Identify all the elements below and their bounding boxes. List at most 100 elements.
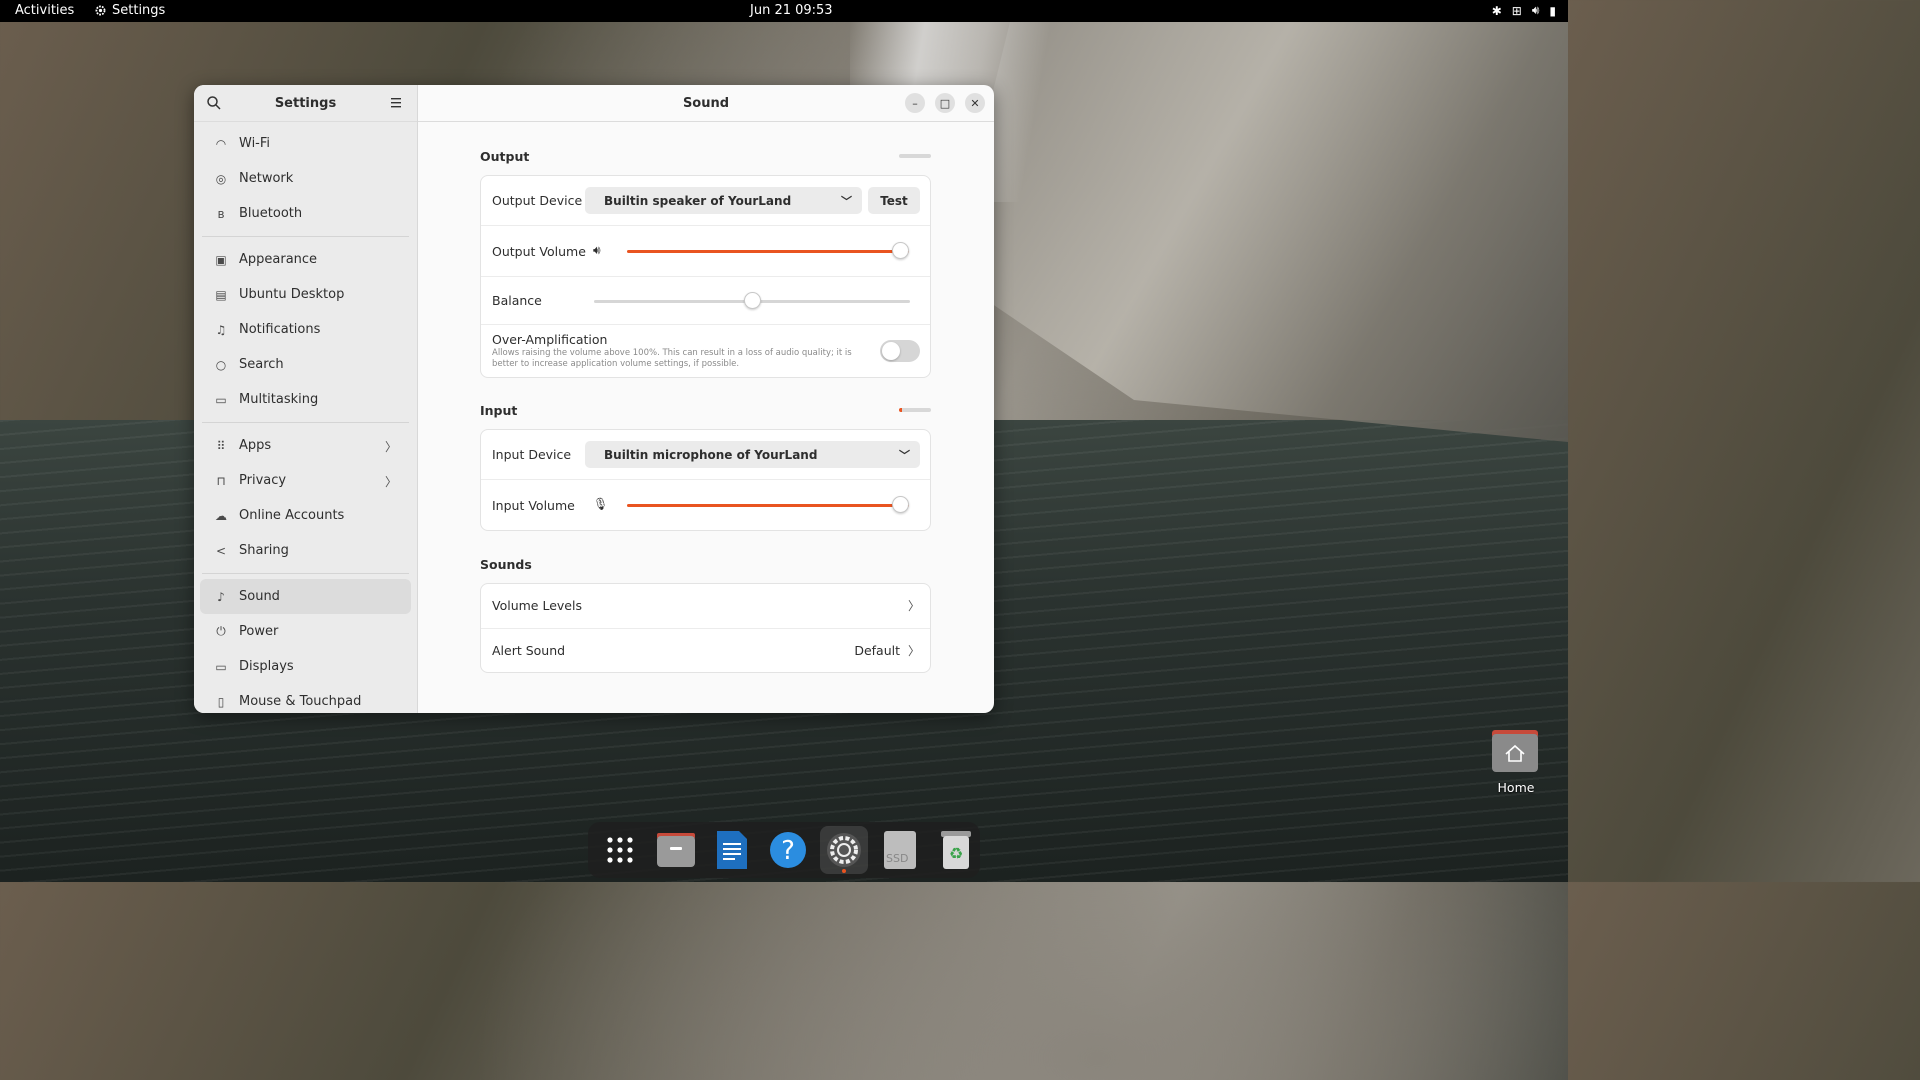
sidebar-title: Settings — [274, 95, 337, 111]
search-icon[interactable] — [206, 95, 222, 111]
balance-slider-handle[interactable] — [743, 292, 761, 309]
dock-help[interactable]: ? — [764, 826, 812, 874]
sidebar-item-label: Sharing — [239, 543, 289, 558]
cloud-icon: ☁ — [215, 508, 227, 523]
minimize-icon: – — [912, 96, 918, 110]
sidebar-item-displays[interactable]: ▭ Displays — [200, 649, 411, 684]
settings-icon — [827, 833, 861, 867]
trash-icon: ♻ — [941, 831, 971, 869]
sidebar-item-label: Sound — [239, 589, 280, 604]
sidebar-item-wifi[interactable]: ◠ Wi-Fi — [200, 126, 411, 161]
page-title: Sound — [682, 95, 730, 111]
sidebar-item-sharing[interactable]: < Sharing — [200, 533, 411, 568]
microphone-icon: 🎙︎ — [593, 497, 609, 511]
over-amplification-toggle[interactable] — [880, 340, 920, 362]
network-icon: ◎ — [215, 171, 227, 186]
svg-text:?: ? — [781, 836, 795, 866]
sidebar-item-label: Appearance — [239, 252, 318, 267]
sidebar-item-privacy[interactable]: ⊓ Privacy 〉 — [200, 463, 411, 498]
sounds-section-title: Sounds — [480, 557, 532, 572]
home-folder-icon[interactable] — [1492, 730, 1538, 772]
dock-ssd-drive[interactable]: SSD — [876, 826, 924, 874]
top-bar: Activities Settings Jun 21 09:53 ✱ ⊞ 🔊︎ … — [0, 0, 1568, 22]
sidebar-item-notifications[interactable]: ♫ Notifications — [200, 312, 411, 347]
sidebar-item-ubuntu-desktop[interactable]: ▤ Ubuntu Desktop — [200, 277, 411, 312]
gear-icon — [95, 5, 106, 16]
close-icon: ✕ — [970, 96, 980, 110]
sidebar-item-label: Bluetooth — [239, 206, 303, 221]
sidebar-separator — [202, 422, 409, 423]
dock-app-grid[interactable] — [596, 826, 644, 874]
input-device-row: Input Device Builtin microphone of YourL… — [481, 430, 930, 480]
maximize-button[interactable]: □ — [935, 93, 955, 113]
output-volume-slider-handle[interactable] — [892, 242, 910, 259]
sidebar-item-label: Mouse & Touchpad — [239, 694, 362, 709]
output-device-value: Builtin speaker of YourLand — [604, 193, 792, 208]
sidebar-nav: ◠ Wi-Fi ◎ Network ʙ Bluetooth ▣ Appearance ▤… — [194, 122, 417, 713]
sidebar-item-mouse-touchpad[interactable]: ▯ Mouse & Touchpad — [200, 684, 411, 713]
input-device-value: Builtin microphone of YourLand — [604, 447, 818, 462]
sidebar-item-label: Search — [239, 357, 284, 372]
sidebar-item-label: Apps — [239, 438, 272, 453]
clock[interactable]: Jun 21 09:53 — [750, 3, 833, 18]
chevron-right-icon: 〉 — [907, 599, 920, 613]
output-volume-slider[interactable] — [627, 250, 909, 253]
output-card: Output Device Builtin speaker of YourLan… — [480, 175, 931, 378]
sidebar-item-label: Online Accounts — [239, 508, 345, 523]
sidebar-item-sound[interactable]: ♪ Sound — [200, 579, 411, 614]
chevron-right-icon: 〉 — [384, 440, 397, 454]
hamburger-menu-icon[interactable] — [391, 96, 405, 110]
sidebar-item-label: Notifications — [239, 322, 321, 337]
mouse-icon: ▯ — [217, 694, 225, 709]
sidebar-header: Settings — [194, 85, 417, 122]
dock-trash[interactable]: ♻ — [932, 826, 980, 874]
dock-settings[interactable] — [820, 826, 868, 874]
sidebar-item-power[interactable]: ⏻ Power — [200, 614, 411, 649]
dock-writer[interactable] — [708, 826, 756, 874]
volume-levels-row[interactable]: Volume Levels 〉 — [481, 584, 930, 629]
output-volume-label: Output Volume — [492, 244, 586, 259]
sidebar: Settings ◠ Wi-Fi ◎ Network ʙ Bluetooth ▣ App… — [194, 85, 418, 713]
sidebar-item-appearance[interactable]: ▣ Appearance — [200, 242, 411, 277]
apps-icon: ⠿ — [216, 438, 226, 453]
app-menu[interactable]: Settings — [94, 3, 165, 18]
search-icon: ○ — [215, 357, 227, 372]
bluetooth-icon: ✱ — [1491, 3, 1502, 18]
sidebar-item-apps[interactable]: ⠿ Apps 〉 — [200, 428, 411, 463]
monitor-icon: ▭ — [215, 659, 227, 674]
home-folder-label[interactable]: Home — [1496, 780, 1536, 795]
system-tray[interactable]: ✱ ⊞ 🔊︎ ▮ — [1492, 3, 1556, 18]
sidebar-item-online-accounts[interactable]: ☁ Online Accounts — [200, 498, 411, 533]
sidebar-item-label: Ubuntu Desktop — [239, 287, 345, 302]
music-note-icon: ♪ — [217, 589, 225, 604]
close-button[interactable]: ✕ — [965, 93, 985, 113]
input-volume-slider[interactable] — [627, 504, 909, 507]
sidebar-item-label: Privacy — [239, 473, 287, 488]
sidebar-item-label: Displays — [239, 659, 294, 674]
sidebar-item-multitasking[interactable]: ▭ Multitasking — [200, 382, 411, 417]
input-section-title: Input — [480, 403, 518, 418]
bluetooth-icon: ʙ — [217, 206, 225, 221]
input-device-dropdown[interactable]: Builtin microphone of YourLand ﹀ — [585, 441, 920, 468]
sidebar-item-network[interactable]: ◎ Network — [200, 161, 411, 196]
alert-sound-label: Alert Sound — [492, 643, 566, 658]
sidebar-item-label: Multitasking — [239, 392, 319, 407]
sidebar-item-search[interactable]: ○ Search — [200, 347, 411, 382]
writer-icon — [717, 831, 747, 869]
over-amplification-description-line1: Allows raising the volume above 100%. Th… — [492, 348, 852, 358]
test-button[interactable]: Test — [868, 187, 920, 214]
activities-button[interactable]: Activities — [15, 3, 74, 18]
app-menu-label: Settings — [112, 3, 166, 18]
alert-sound-row[interactable]: Alert Sound Default 〉 — [481, 629, 930, 674]
input-volume-slider-handle[interactable] — [892, 496, 910, 513]
speaker-icon: 🔊︎ — [593, 243, 601, 257]
output-device-dropdown[interactable]: Builtin speaker of YourLand ﹀ — [585, 187, 862, 214]
sidebar-item-bluetooth[interactable]: ʙ Bluetooth — [200, 196, 411, 231]
dock: ? SSD ♻ — [588, 822, 980, 878]
appearance-icon: ▣ — [215, 252, 227, 267]
minimize-button[interactable]: – — [905, 93, 925, 113]
dock-files[interactable] — [652, 826, 700, 874]
settings-window: Settings ◠ Wi-Fi ◎ Network ʙ Bluetooth ▣ App… — [194, 85, 994, 713]
over-amplification-description-line2: better to increase application volume se… — [492, 359, 740, 369]
volume-levels-label: Volume Levels — [492, 598, 582, 613]
